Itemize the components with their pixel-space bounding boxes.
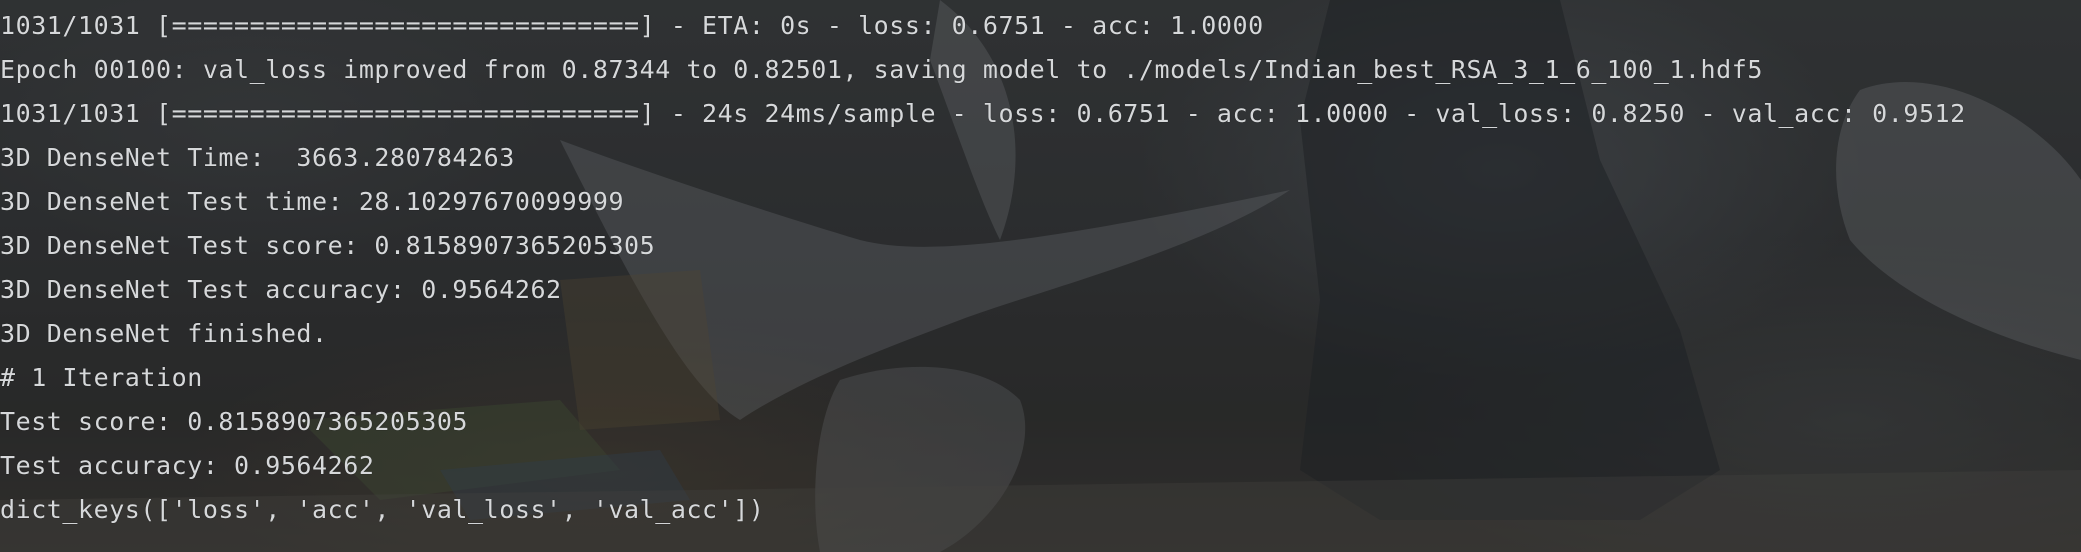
test-accuracy-line: Test accuracy: 0.9564262 bbox=[0, 451, 375, 480]
iteration-line: # 1 Iteration bbox=[0, 363, 203, 392]
densenet-time-line: 3D DenseNet Time: 3663.280784263 bbox=[0, 143, 515, 172]
terminal-output[interactable]: 1031/1031 [=============================… bbox=[0, 0, 2081, 552]
densenet-test-score-line: 3D DenseNet Test score: 0.81589073652053… bbox=[0, 231, 656, 260]
progress-line-final: 1031/1031 [=============================… bbox=[0, 99, 1966, 128]
densenet-test-accuracy-line: 3D DenseNet Test accuracy: 0.9564262 bbox=[0, 275, 562, 304]
checkpoint-message-line: Epoch 00100: val_loss improved from 0.87… bbox=[0, 55, 1763, 84]
densenet-finished-line: 3D DenseNet finished. bbox=[0, 319, 328, 348]
test-score-line: Test score: 0.8158907365205305 bbox=[0, 407, 469, 436]
dict-keys-line: dict_keys(['loss', 'acc', 'val_loss', 'v… bbox=[0, 495, 765, 524]
progress-line-eta: 1031/1031 [=============================… bbox=[0, 11, 1264, 40]
densenet-test-time-line: 3D DenseNet Test time: 28.10297670099999 bbox=[0, 187, 625, 216]
